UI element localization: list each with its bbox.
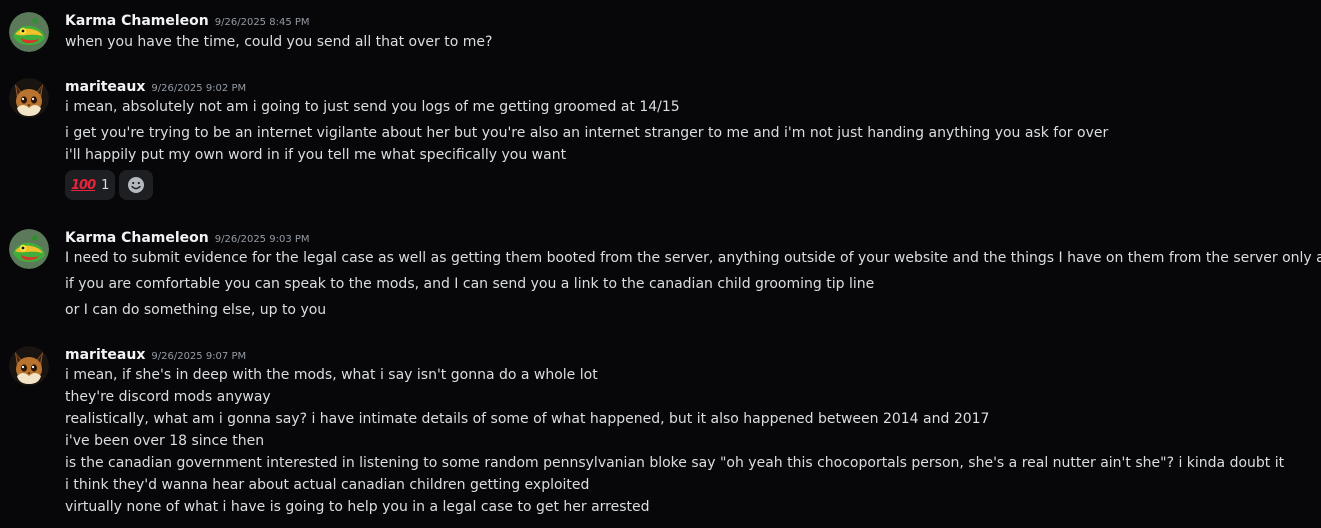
message-header: mariteaux 9/26/2025 9:02 PM bbox=[65, 76, 246, 96]
timestamp: 9/26/2025 9:03 PM bbox=[214, 234, 310, 245]
hundred-points-icon: 100 bbox=[71, 177, 96, 193]
message-text: i think they'd wanna hear about actual c… bbox=[65, 477, 590, 493]
message-text: virtually none of what i have is going t… bbox=[65, 499, 650, 515]
message-text: i've been over 18 since then bbox=[65, 433, 265, 449]
message-text: i get you're trying to be an internet vi… bbox=[65, 125, 1109, 141]
message-text: i mean, if she's in deep with the mods, … bbox=[65, 367, 598, 383]
username[interactable]: Karma Chameleon bbox=[65, 230, 209, 246]
message-header: mariteaux 9/26/2025 9:07 PM bbox=[65, 344, 246, 364]
message-text: if you are comfortable you can speak to … bbox=[65, 276, 875, 292]
eevee-avatar-icon[interactable] bbox=[9, 346, 49, 386]
message-text: when you have the time, could you send a… bbox=[65, 34, 493, 50]
message-text: is the canadian government interested in… bbox=[65, 455, 1285, 471]
reaction-100[interactable]: 100 1 bbox=[65, 170, 116, 200]
chameleon-avatar-icon[interactable] bbox=[9, 12, 49, 52]
chameleon-avatar-icon[interactable] bbox=[9, 229, 49, 269]
add-reaction-button[interactable] bbox=[119, 170, 154, 200]
message-header: Karma Chameleon 9/26/2025 9:03 PM bbox=[65, 227, 310, 247]
timestamp: 9/26/2025 9:02 PM bbox=[151, 83, 247, 94]
smiley-icon bbox=[128, 177, 145, 193]
message-list: Karma Chameleon 9/26/2025 8:45 PM when yo… bbox=[0, 0, 1321, 528]
eevee-avatar-icon[interactable] bbox=[9, 78, 49, 118]
message-text: or I can do something else, up to you bbox=[65, 302, 327, 318]
reactions-bar: 100 1 bbox=[65, 170, 154, 200]
timestamp: 9/26/2025 9:07 PM bbox=[151, 351, 247, 362]
reaction-count: 1 bbox=[101, 177, 110, 193]
timestamp: 9/26/2025 8:45 PM bbox=[214, 17, 310, 28]
message-text: realistically, what am i gonna say? i ha… bbox=[65, 411, 990, 427]
username[interactable]: Karma Chameleon bbox=[65, 13, 209, 29]
message-text: they're discord mods anyway bbox=[65, 389, 271, 405]
username[interactable]: mariteaux bbox=[65, 347, 145, 363]
message-text: i'll happily put my own word in if you t… bbox=[65, 147, 567, 163]
message-text: i mean, absolutely not am i going to jus… bbox=[65, 99, 680, 115]
message-header: Karma Chameleon 9/26/2025 8:45 PM bbox=[65, 10, 310, 30]
username[interactable]: mariteaux bbox=[65, 79, 145, 95]
message-text: I need to submit evidence for the legal … bbox=[65, 250, 1321, 266]
